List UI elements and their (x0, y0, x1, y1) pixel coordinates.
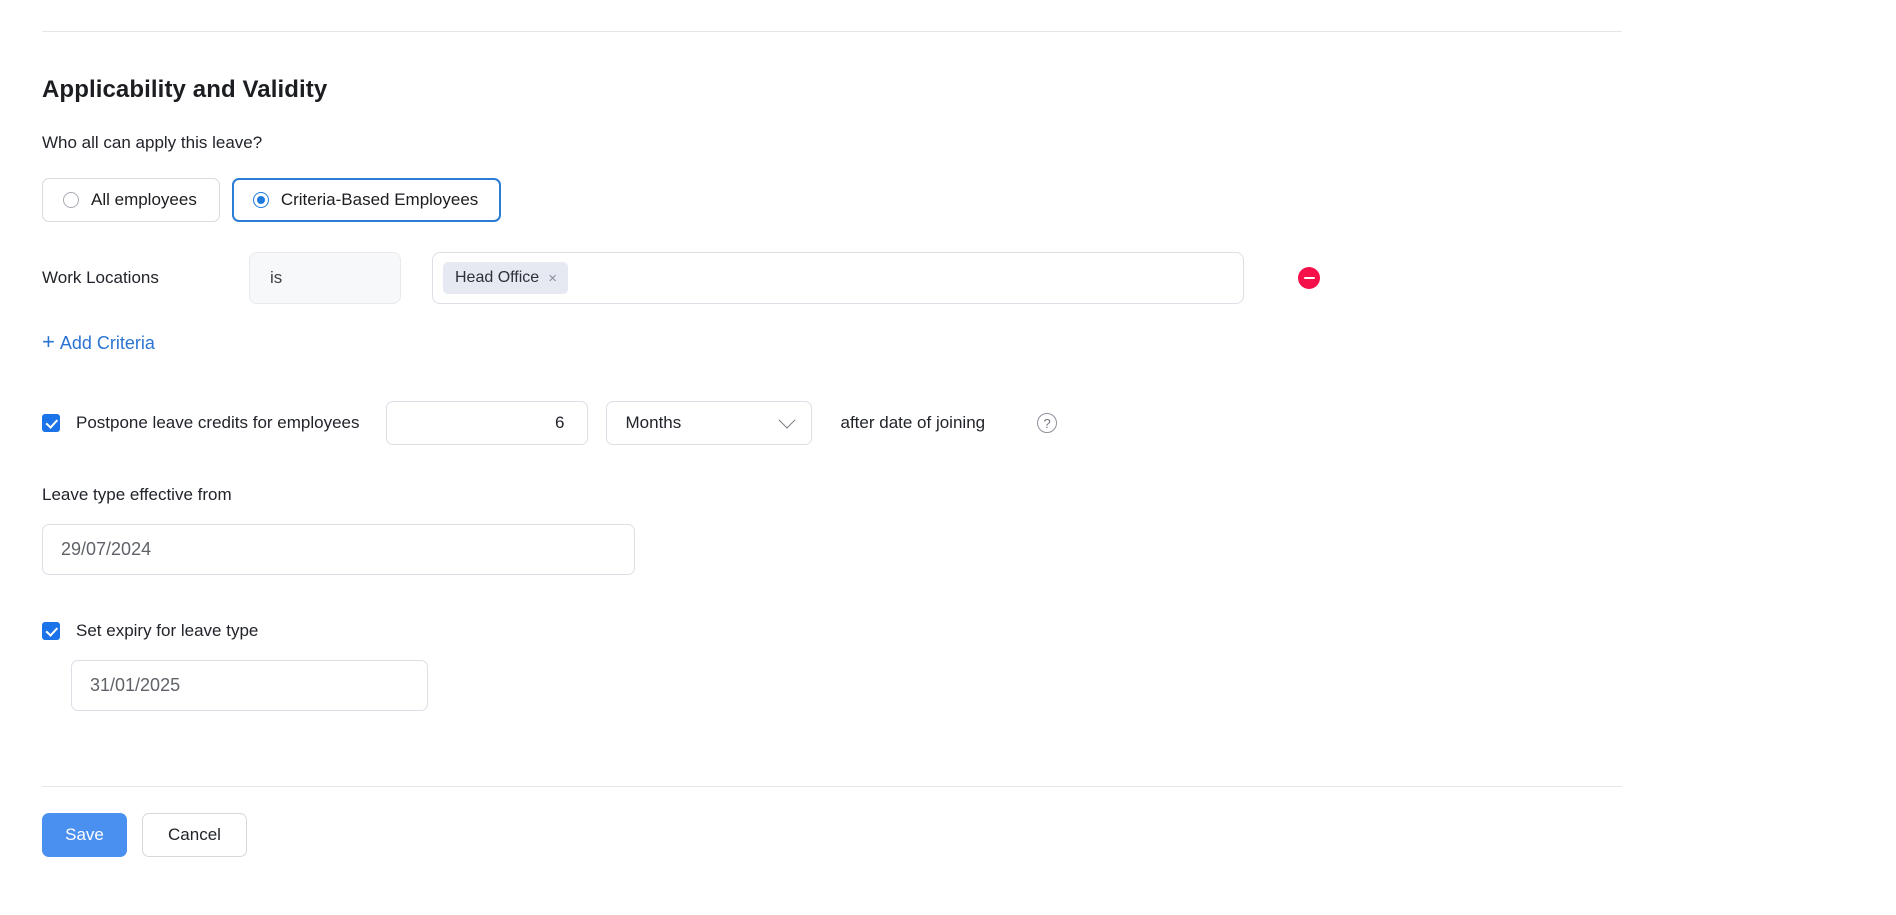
form-content: Applicability and Validity Who all can a… (42, 0, 1622, 857)
radio-option-all-employees[interactable]: All employees (42, 178, 220, 222)
page-title: Applicability and Validity (42, 76, 1622, 104)
set-expiry-label: Set expiry for leave type (76, 621, 258, 641)
postpone-amount-input[interactable] (386, 401, 588, 445)
criteria-operator-value: is (270, 268, 282, 288)
set-expiry-checkbox[interactable] (42, 622, 60, 640)
set-expiry-row: Set expiry for leave type (42, 621, 1622, 641)
chevron-down-icon (778, 412, 795, 429)
postpone-unit-value: Months (626, 413, 682, 433)
top-divider (42, 31, 1622, 32)
criteria-operator-select[interactable]: is (249, 252, 401, 304)
footer-spacer (42, 711, 1622, 786)
radio-label-all-employees: All employees (91, 190, 197, 210)
chip-head-office[interactable]: Head Office × (443, 262, 568, 294)
help-circle-icon[interactable]: ? (1037, 413, 1057, 433)
chip-label: Head Office (455, 269, 539, 287)
radio-icon-criteria-based (253, 192, 269, 208)
criteria-values-multiselect[interactable]: Head Office × (432, 252, 1244, 304)
criteria-field-label: Work Locations (42, 268, 249, 288)
add-criteria-label: Add Criteria (60, 333, 155, 354)
criteria-row: Work Locations is Head Office × (42, 252, 1622, 304)
form-actions: Save Cancel (42, 813, 1622, 857)
minus-circle-icon[interactable] (1298, 267, 1320, 289)
leave-type-settings-page: Applicability and Validity Who all can a… (0, 0, 1896, 915)
applicability-radio-group: All employees Criteria-Based Employees (42, 178, 1622, 222)
postpone-unit-select[interactable]: Months (606, 401, 812, 445)
postpone-checkbox[interactable] (42, 414, 60, 432)
expiry-date-input[interactable]: 31/01/2025 (71, 660, 428, 711)
expiry-date-value: 31/01/2025 (90, 675, 180, 696)
chip-remove-icon[interactable]: × (548, 271, 557, 286)
add-criteria-button[interactable]: + Add Criteria (42, 332, 155, 354)
radio-icon-all-employees (63, 192, 79, 208)
radio-label-criteria-based: Criteria-Based Employees (281, 190, 478, 210)
cancel-button[interactable]: Cancel (142, 813, 247, 857)
bottom-divider (42, 786, 1622, 787)
effective-from-date-value: 29/07/2024 (61, 539, 151, 560)
applicability-question: Who all can apply this leave? (42, 133, 1622, 153)
effective-from-label: Leave type effective from (42, 485, 1622, 505)
effective-from-date-input[interactable]: 29/07/2024 (42, 524, 635, 575)
postpone-label: Postpone leave credits for employees (76, 413, 360, 433)
postpone-suffix-label: after date of joining (841, 413, 986, 433)
plus-icon: + (42, 331, 55, 353)
radio-option-criteria-based[interactable]: Criteria-Based Employees (232, 178, 501, 222)
postpone-credits-row: Postpone leave credits for employees Mon… (42, 401, 1622, 445)
save-button[interactable]: Save (42, 813, 127, 857)
